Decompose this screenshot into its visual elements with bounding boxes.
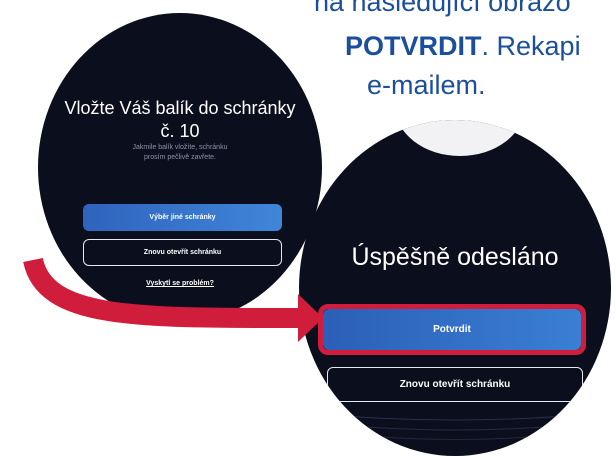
screen1-title-line2: č. 10 [160, 121, 200, 141]
screen1-subtitle: Jakmile balík vložíte, schránku prosím p… [108, 143, 252, 163]
caption-line-2-rest: . Rekapi [481, 31, 581, 61]
caption-line-1: na následující obrazo [314, 0, 571, 17]
screen2-decorative-lines [318, 413, 592, 440]
screen1-subtitle-line2: prosím pečlivě zavřete. [144, 154, 216, 161]
problem-link[interactable]: Vyskytl se problém? [38, 280, 322, 287]
screen2-top-arc [395, 120, 525, 156]
screen-sent-success: Úspěšně odesláno Potvrdit Znovu otevřít … [299, 120, 611, 456]
screen2-title: Úspěšně odesláno [351, 243, 559, 271]
reopen-box-button[interactable]: Znovu otevřít schránku [83, 239, 282, 266]
choose-other-box-button[interactable]: Výběr jiné schránky [83, 204, 282, 231]
reopen-box-button-2[interactable]: Znovu otevřít schránku [327, 367, 583, 402]
screen1-title-line1: Vložte Váš balík do schránky [64, 98, 296, 118]
caption-bold-confirm: POTVRDIT [345, 31, 482, 61]
screen1-subtitle-line1: Jakmile balík vložíte, schránku [132, 144, 228, 151]
screen-insert-parcel: Vložte Váš balík do schránky č. 10 Jakmi… [38, 13, 322, 322]
caption-line-2: POTVRDIT. Rekapi [345, 31, 581, 61]
caption-line-3: e-mailem. [367, 70, 486, 100]
confirm-button-highlight [318, 304, 586, 355]
